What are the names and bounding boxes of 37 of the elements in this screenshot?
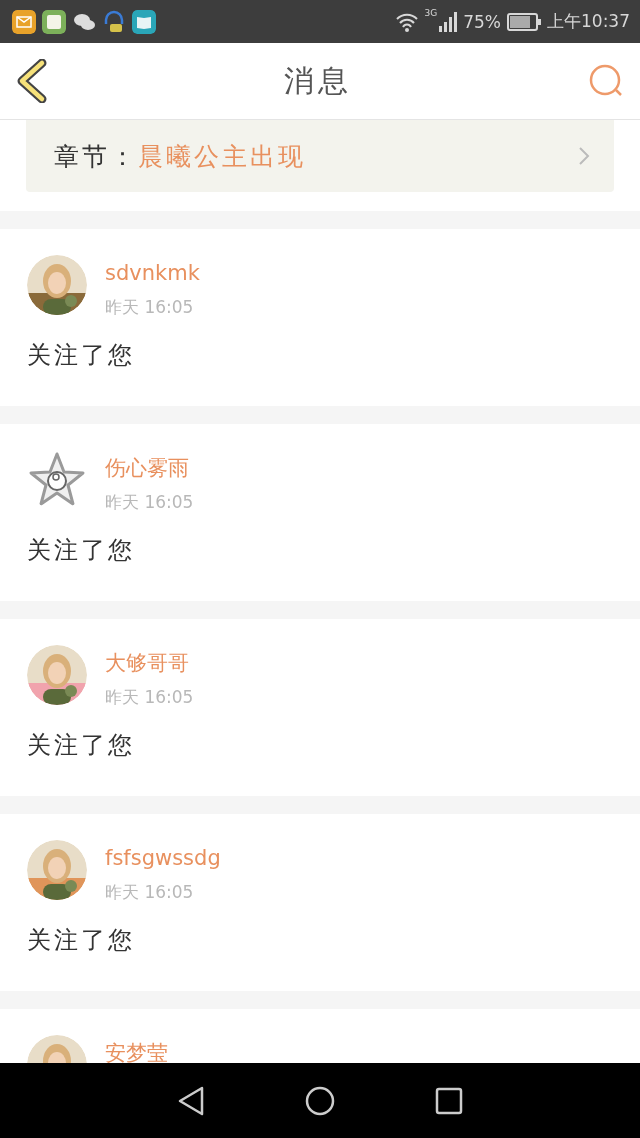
back-icon[interactable] <box>16 59 48 103</box>
user-name[interactable]: sdvnkmk <box>105 261 200 285</box>
message-text: 关注了您 <box>27 730 136 761</box>
notification-card[interactable]: 安梦莹 <box>0 1009 640 1063</box>
mail-icon <box>12 9 36 34</box>
chapter-link[interactable]: 章节：晨曦公主出现 <box>26 120 614 192</box>
timestamp: 昨天 16:05 <box>105 882 195 902</box>
signal-icon <box>439 11 458 32</box>
back-icon[interactable] <box>177 1084 205 1117</box>
user-name[interactable]: 大够哥哥 <box>105 651 194 675</box>
recents-icon[interactable] <box>435 1086 463 1115</box>
notification-card[interactable]: sdvnkmk 昨天 16:05 关注了您 <box>0 229 640 406</box>
timestamp: 昨天 16:05 <box>105 687 194 707</box>
book-icon <box>132 9 156 34</box>
timestamp: 昨天 16:05 <box>105 297 195 317</box>
network-type: 3G <box>424 8 438 18</box>
message-text: 关注了您 <box>27 340 136 371</box>
battery-percent: 75% <box>463 11 501 32</box>
message-text: 关注了您 <box>27 925 136 956</box>
headset-icon <box>102 9 126 34</box>
user-name[interactable]: 安梦莹 <box>105 1041 168 1063</box>
timestamp: 昨天 16:05 <box>105 492 194 512</box>
chevron-icon <box>578 146 590 166</box>
battery-icon <box>507 12 541 31</box>
notification-card[interactable]: 伤心雾雨 昨天 16:05 关注了您 <box>0 424 640 601</box>
home-icon[interactable] <box>305 1085 335 1116</box>
clock: 上午10:37 <box>547 10 630 33</box>
notification-card[interactable]: fsfsgwssdg 昨天 16:05 关注了您 <box>0 814 640 991</box>
chapter-title: 晨曦公主出现 <box>138 140 307 173</box>
wifi-icon <box>394 11 419 32</box>
page-title: 消息 <box>284 61 352 100</box>
app-icon <box>42 9 66 34</box>
chapter-label: 章节： <box>54 140 138 173</box>
notification-card[interactable]: 大够哥哥 昨天 16:05 关注了您 <box>0 619 640 796</box>
user-name[interactable]: fsfsgwssdg <box>105 846 221 870</box>
user-name[interactable]: 伤心雾雨 <box>105 456 194 480</box>
message-text: 关注了您 <box>27 535 136 566</box>
